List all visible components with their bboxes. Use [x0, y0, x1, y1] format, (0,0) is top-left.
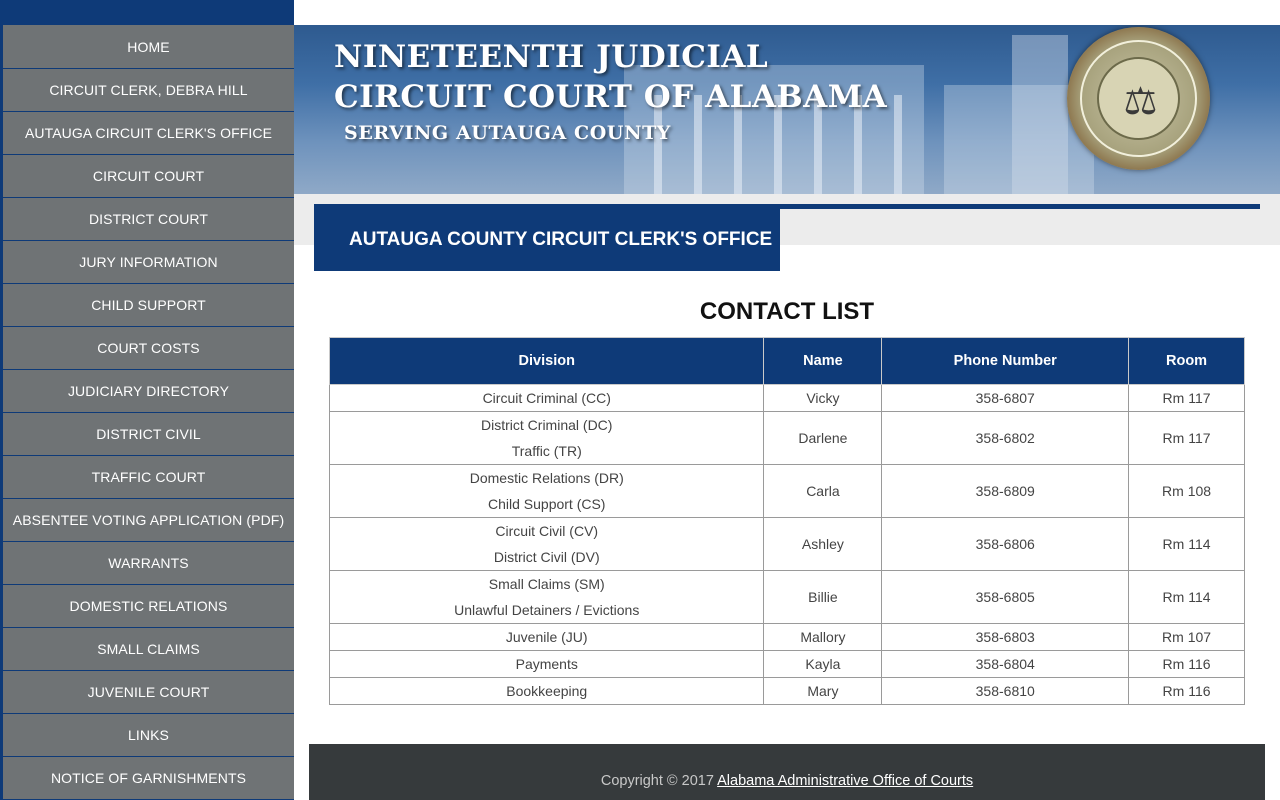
division-label: Domestic Relations (DR) — [469, 470, 624, 486]
sidebar-item-notice-of-garnishments[interactable]: NOTICE OF GARNISHMENTS — [3, 757, 294, 800]
table-row: Circuit Civil (CV) District Civil (DV) A… — [328, 517, 1245, 571]
site-subtitle: SERVING AUTAUGA COUNTY — [344, 122, 671, 144]
division-label: Payments — [515, 656, 578, 672]
table-row: Bookkeeping Mary 358-6810 Rm 116 — [328, 677, 1245, 705]
division-label: Small Claims (SM) — [488, 576, 605, 592]
division-label: Bookkeeping — [506, 683, 588, 699]
phone-cell: 358-6803 — [881, 623, 1130, 651]
division-label: Circuit Criminal (CC) — [482, 390, 611, 406]
site-title: NINETEENTH JUDICIAL CIRCUIT COURT OF ALA… — [334, 37, 887, 147]
name-cell: Mary — [763, 677, 883, 705]
sidebar-item-court-costs[interactable]: COURT COSTS — [3, 327, 294, 370]
division-cell: Payments — [328, 650, 765, 678]
room-cell: Rm 117 — [1128, 411, 1245, 465]
sidebar-item-judiciary-directory[interactable]: JUDICIARY DIRECTORY — [3, 370, 294, 413]
sidebar-nav: HOME CIRCUIT CLERK, DEBRA HILL AUTAUGA C… — [0, 0, 294, 800]
name-cell: Billie — [763, 570, 883, 624]
division-cell: Bookkeeping — [328, 677, 765, 705]
sidebar-item-district-civil[interactable]: DISTRICT CIVIL — [3, 413, 294, 456]
sidebar-item-jury-information[interactable]: JURY INFORMATION — [3, 241, 294, 284]
name-cell: Darlene — [763, 411, 883, 465]
footer-content: Copyright © 2017 Alabama Administrative … — [309, 773, 1265, 789]
name-cell: Kayla — [763, 650, 883, 678]
name-cell: Vicky — [763, 384, 883, 412]
sidebar-item-warrants[interactable]: WARRANTS — [3, 542, 294, 585]
division-label-secondary: District Civil (DV) — [493, 549, 600, 565]
table-row: Circuit Criminal (CC) Vicky 358-6807 Rm … — [328, 384, 1245, 412]
phone-cell: 358-6805 — [881, 570, 1130, 624]
column-header-room: Room — [1128, 337, 1245, 385]
division-cell: Circuit Civil (CV) District Civil (DV) — [328, 517, 765, 571]
sidebar-item-child-support[interactable]: CHILD SUPPORT — [3, 284, 294, 327]
sidebar-item-clerks-office[interactable]: AUTAUGA CIRCUIT CLERK'S OFFICE — [3, 112, 294, 155]
table-row: Juvenile (JU) Mallory 358-6803 Rm 107 — [328, 623, 1245, 651]
division-label-secondary: Traffic (TR) — [511, 443, 582, 459]
division-label-secondary: Unlawful Detainers / Evictions — [454, 602, 640, 618]
division-label: Juvenile (JU) — [505, 629, 588, 645]
table-row: Small Claims (SM) Unlawful Detainers / E… — [328, 570, 1245, 624]
room-cell: Rm 116 — [1128, 677, 1245, 705]
table-row: Payments Kayla 358-6804 Rm 116 — [328, 650, 1245, 678]
division-cell: Circuit Criminal (CC) — [328, 384, 765, 412]
division-cell: Domestic Relations (DR) Child Support (C… — [328, 464, 765, 518]
room-cell: Rm 108 — [1128, 464, 1245, 518]
phone-cell: 358-6807 — [881, 384, 1130, 412]
sidebar-item-juvenile-court[interactable]: JUVENILE COURT — [3, 671, 294, 714]
phone-cell: 358-6809 — [881, 464, 1130, 518]
name-cell: Carla — [763, 464, 883, 518]
phone-cell: 358-6802 — [881, 411, 1130, 465]
page-title: AUTAUGA COUNTY CIRCUIT CLERK'S OFFICE — [314, 209, 780, 271]
column-header-name: Name — [763, 337, 883, 385]
sidebar-item-domestic-relations[interactable]: DOMESTIC RELATIONS — [3, 585, 294, 628]
division-label-secondary: Child Support (CS) — [487, 496, 606, 512]
state-seal-logo: ⚖ — [1067, 27, 1210, 170]
table-row: Domestic Relations (DR) Child Support (C… — [328, 464, 1245, 518]
phone-cell: 358-6810 — [881, 677, 1130, 705]
column-header-division: Division — [328, 337, 765, 385]
table-header-row: Division Name Phone Number Room — [328, 337, 1245, 385]
site-title-line2: CIRCUIT COURT OF ALABAMA — [334, 79, 888, 115]
sidebar-item-traffic-court[interactable]: TRAFFIC COURT — [3, 456, 294, 499]
phone-cell: 358-6806 — [881, 517, 1130, 571]
room-cell: Rm 117 — [1128, 384, 1245, 412]
division-label: District Criminal (DC) — [481, 417, 613, 433]
copyright-text: Copyright © 2017 — [600, 773, 714, 789]
sidebar-item-circuit-clerk[interactable]: CIRCUIT CLERK, DEBRA HILL — [3, 69, 294, 112]
sidebar-item-district-court[interactable]: DISTRICT COURT — [3, 198, 294, 241]
sidebar-item-small-claims[interactable]: SMALL CLAIMS — [3, 628, 294, 671]
division-cell: Juvenile (JU) — [328, 623, 765, 651]
site-title-line1: NINETEENTH JUDICIAL — [334, 39, 769, 75]
division-cell: District Criminal (DC) Traffic (TR) — [328, 411, 765, 465]
contact-list-heading: CONTACT LIST — [699, 298, 875, 325]
phone-cell: 358-6804 — [881, 650, 1130, 678]
name-cell: Mallory — [763, 623, 883, 651]
sidebar-top-band — [0, 0, 294, 25]
page-footer: Copyright © 2017 Alabama Administrative … — [309, 744, 1265, 800]
sidebar-item-home[interactable]: HOME — [3, 25, 294, 69]
division-label: Circuit Civil (CV) — [495, 523, 599, 539]
sidebar-item-links[interactable]: LINKS — [3, 714, 294, 757]
room-cell: Rm 114 — [1128, 570, 1245, 624]
table-row: District Criminal (DC) Traffic (TR) Darl… — [328, 411, 1245, 465]
seal-inner: ⚖ — [1097, 57, 1180, 140]
aoc-link[interactable]: Alabama Administrative Office of Courts — [717, 773, 973, 789]
division-cell: Small Claims (SM) Unlawful Detainers / E… — [328, 570, 765, 624]
header-banner: NINETEENTH JUDICIAL CIRCUIT COURT OF ALA… — [294, 25, 1280, 194]
sidebar-item-circuit-court[interactable]: CIRCUIT COURT — [3, 155, 294, 198]
courthouse-column — [894, 95, 902, 194]
room-cell: Rm 107 — [1128, 623, 1245, 651]
column-header-phone: Phone Number — [881, 337, 1130, 385]
room-cell: Rm 114 — [1128, 517, 1245, 571]
sidebar-menu: HOME CIRCUIT CLERK, DEBRA HILL AUTAUGA C… — [3, 25, 294, 800]
scales-of-justice-icon: ⚖ — [1123, 78, 1158, 123]
name-cell: Ashley — [763, 517, 883, 571]
sidebar-item-absentee-voting[interactable]: ABSENTEE VOTING APPLICATION (PDF) — [3, 499, 294, 542]
contact-table: Division Name Phone Number Room Circuit … — [328, 337, 1245, 705]
room-cell: Rm 116 — [1128, 650, 1245, 678]
